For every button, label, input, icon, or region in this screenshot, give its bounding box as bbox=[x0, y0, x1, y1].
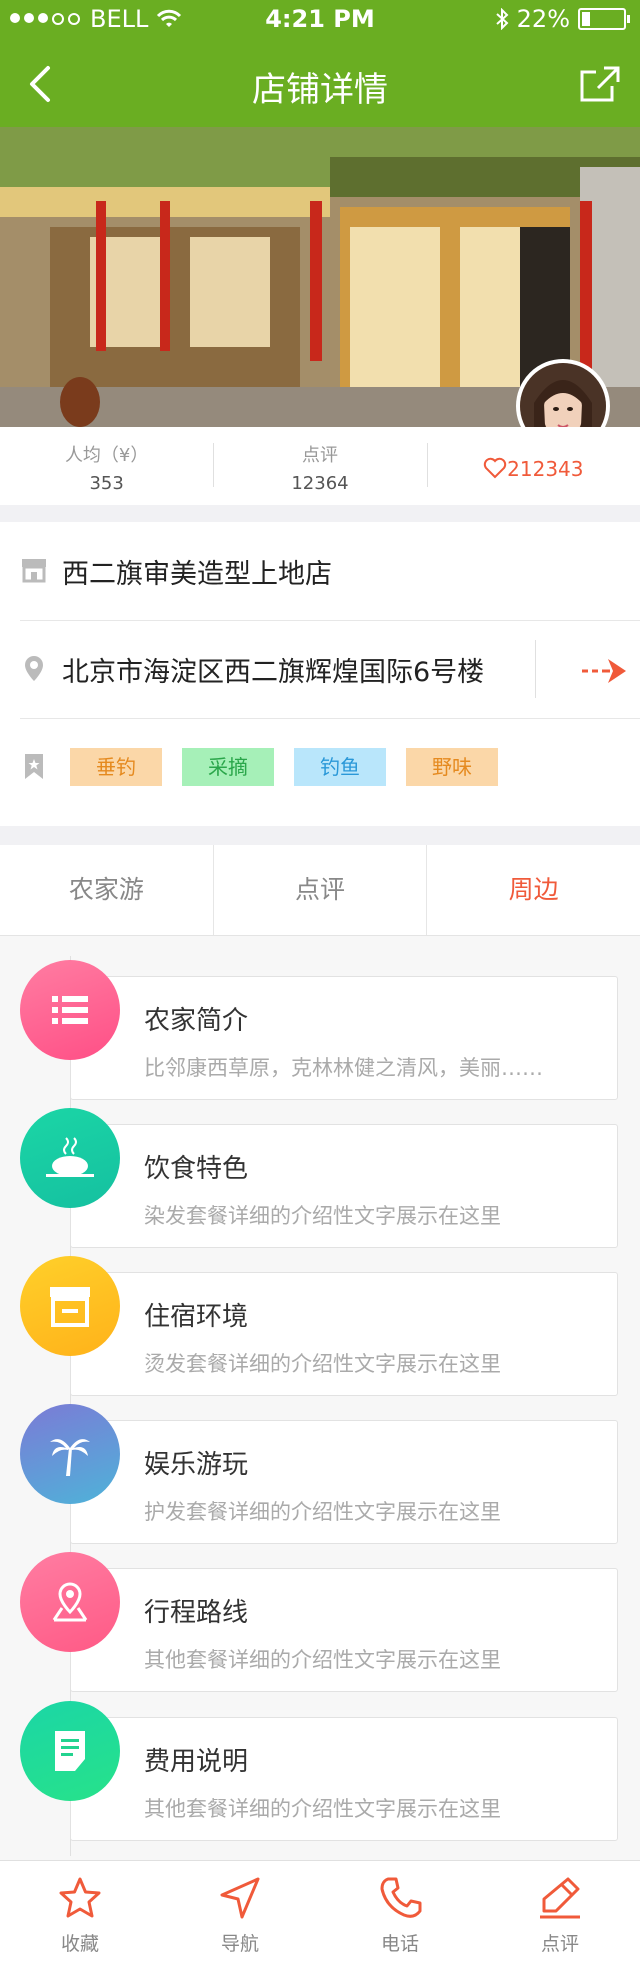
phone-button[interactable]: 电话 bbox=[320, 1861, 480, 1962]
phone-icon bbox=[380, 1877, 422, 1918]
tab-nearby[interactable]: 周边 bbox=[426, 845, 640, 935]
house-icon bbox=[20, 1256, 120, 1356]
list-item-title: 农家简介 bbox=[144, 1006, 249, 1036]
page-title: 店铺详情 bbox=[252, 70, 388, 110]
tag-chip[interactable]: 野味 bbox=[406, 748, 498, 786]
list-item[interactable]: 住宿环境 烫发套餐详细的介绍性文字展示在这里 bbox=[0, 1256, 640, 1396]
stat-label: 点评 bbox=[301, 445, 338, 466]
bottom-label: 导航 bbox=[220, 1933, 259, 1955]
bottom-label: 点评 bbox=[540, 1933, 579, 1955]
list-item[interactable]: 饮食特色 染发套餐详细的介绍性文字展示在这里 bbox=[0, 1108, 640, 1248]
list-item[interactable]: 费用说明 其他套餐详细的介绍性文字展示在这里 bbox=[0, 1701, 640, 1841]
list-icon bbox=[20, 960, 120, 1060]
edit-icon bbox=[540, 1877, 580, 1919]
battery-percent: 22% bbox=[516, 5, 570, 33]
like-count: 212343 bbox=[507, 457, 584, 481]
star-icon bbox=[59, 1877, 101, 1918]
list-item-desc: 护发套餐详细的介绍性文字展示在这里 bbox=[144, 1500, 501, 1524]
stats-row: 人均（¥） 353 点评 12364 212343 bbox=[0, 427, 640, 505]
info-list: 农家简介 比邻康西草原，克林林健之清风，美丽…… 饮食特色 染发套餐详细的介绍性… bbox=[0, 936, 640, 1860]
palm-tree-icon bbox=[20, 1404, 120, 1504]
heart-icon bbox=[483, 457, 507, 479]
status-right: 22% bbox=[495, 5, 630, 33]
list-item[interactable]: 娱乐游玩 护发套餐详细的介绍性文字展示在这里 bbox=[0, 1404, 640, 1544]
list-item-title: 娱乐游玩 bbox=[144, 1450, 249, 1480]
shop-name-row: 西二旗审美造型上地店 bbox=[20, 522, 640, 621]
stat-average-price: 人均（¥） 353 bbox=[0, 427, 213, 505]
store-icon bbox=[22, 559, 46, 583]
bottom-label: 收藏 bbox=[60, 1933, 99, 1955]
tag-chip[interactable]: 钓鱼 bbox=[294, 748, 386, 786]
list-item-desc: 比邻康西草原，克林林健之清风，美丽…… bbox=[144, 1056, 543, 1080]
share-icon[interactable] bbox=[578, 64, 622, 104]
location-icon bbox=[20, 1552, 120, 1652]
stat-value: 353 bbox=[89, 473, 124, 494]
bottom-label: 电话 bbox=[380, 1933, 419, 1955]
bluetooth-icon bbox=[495, 8, 509, 30]
stat-reviews: 点评 12364 bbox=[213, 427, 426, 505]
battery-icon bbox=[578, 8, 630, 30]
stat-label: 人均（¥） bbox=[64, 445, 149, 466]
top-bar: BELL 4:21 PM 22% 店铺详情 bbox=[0, 0, 640, 127]
tab-farm-tour[interactable]: 农家游 bbox=[0, 845, 213, 935]
bottom-tab-bar: 收藏 导航 电话 点评 bbox=[0, 1860, 640, 1962]
review-button[interactable]: 点评 bbox=[480, 1861, 640, 1962]
document-icon bbox=[20, 1701, 120, 1801]
divider bbox=[535, 640, 536, 698]
like-button[interactable]: 212343 bbox=[426, 427, 640, 505]
favorite-button[interactable]: 收藏 bbox=[0, 1861, 160, 1962]
list-item[interactable]: 农家简介 比邻康西草原，克林林健之清风，美丽…… bbox=[0, 960, 640, 1100]
shop-name: 西二旗审美造型上地店 bbox=[62, 559, 332, 590]
list-item-title: 行程路线 bbox=[144, 1598, 249, 1628]
navigate-arrow-icon[interactable] bbox=[580, 656, 630, 686]
list-item-title: 住宿环境 bbox=[144, 1302, 249, 1332]
location-pin-icon bbox=[25, 656, 43, 681]
status-bar: BELL 4:21 PM 22% bbox=[0, 0, 640, 40]
stat-value: 12364 bbox=[291, 473, 349, 494]
list-item-desc: 其他套餐详细的介绍性文字展示在这里 bbox=[144, 1648, 501, 1672]
tag-chip[interactable]: 采摘 bbox=[182, 748, 274, 786]
food-icon bbox=[20, 1108, 120, 1208]
tab-reviews[interactable]: 点评 bbox=[212, 845, 427, 935]
address-row[interactable]: 北京市海淀区西二旗辉煌国际6号楼 bbox=[20, 620, 640, 719]
list-item-desc: 烫发套餐详细的介绍性文字展示在这里 bbox=[144, 1352, 501, 1376]
list-item-desc: 染发套餐详细的介绍性文字展示在这里 bbox=[144, 1204, 501, 1228]
list-item-title: 费用说明 bbox=[144, 1747, 249, 1777]
tab-bar: 农家游 点评 周边 bbox=[0, 845, 640, 936]
navigation-button[interactable]: 导航 bbox=[160, 1861, 320, 1962]
tag-chip[interactable]: 垂钓 bbox=[70, 748, 162, 786]
list-item-title: 饮食特色 bbox=[144, 1154, 249, 1184]
list-item-desc: 其他套餐详细的介绍性文字展示在这里 bbox=[144, 1797, 501, 1821]
navigation-icon bbox=[220, 1877, 260, 1919]
shop-address: 北京市海淀区西二旗辉煌国际6号楼 bbox=[62, 657, 485, 688]
tag-list: 垂钓 采摘 钓鱼 野味 bbox=[20, 748, 620, 808]
list-item[interactable]: 行程路线 其他套餐详细的介绍性文字展示在这里 bbox=[0, 1552, 640, 1692]
